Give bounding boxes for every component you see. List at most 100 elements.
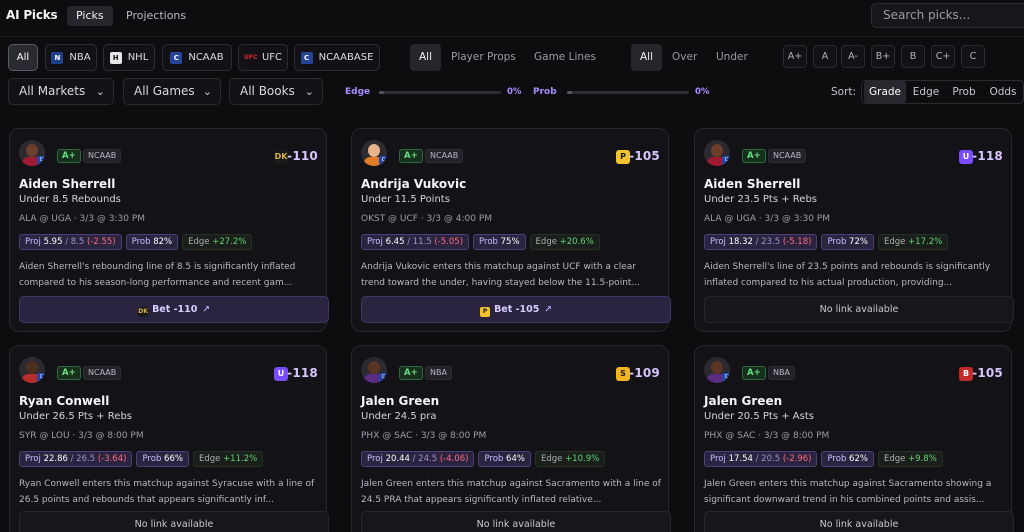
dropdown-value: All Books <box>240 84 295 98</box>
odds-value: -118 <box>287 366 318 380</box>
search-input[interactable]: Search picks... <box>871 3 1024 28</box>
edge-label: Edge <box>883 237 906 247</box>
projection-value: 5.95 <box>43 237 63 247</box>
probability-label: Prob <box>479 237 498 247</box>
pick-description: Jalen Green enters this matchup against … <box>704 479 992 505</box>
player-avatar: C <box>361 357 387 383</box>
grade-filter-c-plus[interactable]: C+ <box>931 45 955 68</box>
projection-diff: (-5.05) <box>434 237 464 247</box>
league-chip-all[interactable]: All <box>8 44 38 71</box>
bet-button[interactable]: DK Bet -110 ↗ <box>19 296 329 323</box>
league-chip-nba[interactable]: N NBA <box>45 44 97 71</box>
sort-prob[interactable]: Prob <box>946 80 982 104</box>
edge-value: +10.9% <box>565 454 600 464</box>
books-dropdown[interactable]: All Books ⌄ <box>229 78 323 105</box>
projection-diff: (-3.64) <box>97 454 127 464</box>
game-info: SYR @ LOU · 3/3 @ 8:00 PM <box>19 431 144 441</box>
pick-card[interactable]: C A+ NCAAB P -105 Andrija Vukovic Under … <box>351 128 671 332</box>
pick-card[interactable]: C A+ NBA B -105 Jalen Green Under 20.5 P… <box>694 345 1014 532</box>
grade-filter-a-minus[interactable]: A- <box>841 45 865 68</box>
sleeper-icon: S <box>616 367 630 381</box>
odds-value: -105 <box>972 366 1003 380</box>
player-name: Jalen Green <box>704 394 783 408</box>
pick-card[interactable]: C A+ NCAAB U -118 Ryan Conwell Under 26.… <box>9 345 329 532</box>
grade-filter-a-plus[interactable]: A+ <box>783 45 807 68</box>
grade-filter-c[interactable]: C <box>961 45 985 68</box>
bet-button[interactable]: P Bet -105 ↗ <box>361 296 671 323</box>
probability-label: Prob <box>142 454 162 464</box>
underdog-icon: U <box>274 367 288 381</box>
grade-filter-b-plus[interactable]: B+ <box>871 45 895 68</box>
projection-label: Proj <box>710 454 726 464</box>
pick-card[interactable]: C A+ NCAAB DK -110 Aiden Sherrell Under … <box>9 128 329 332</box>
player-photo-head <box>368 361 380 374</box>
nba-logo-icon: N <box>51 51 64 64</box>
grade-filter-b[interactable]: B <box>901 45 925 68</box>
edge-slider-label: Edge <box>345 87 371 97</box>
markets-dropdown[interactable]: All Markets ⌄ <box>8 78 114 105</box>
pick-description: Aiden Sherrell's line of 23.5 points and… <box>704 262 991 288</box>
projection-value: 20.44 <box>385 454 410 464</box>
projection-diff: (-4.06) <box>439 454 469 464</box>
projection-line: / 8.5 <box>65 237 85 247</box>
tab-picks[interactable]: Picks <box>67 6 113 26</box>
sort-edge[interactable]: Edge <box>907 80 945 104</box>
games-dropdown[interactable]: All Games ⌄ <box>123 78 221 105</box>
side-over[interactable]: Over <box>663 44 706 71</box>
no-link-placeholder: No link available <box>704 511 1014 532</box>
league-chip-ncaab[interactable]: C NCAAB <box>162 44 232 71</box>
pick-line: Under 8.5 Rebounds <box>19 194 121 205</box>
player-avatar: C <box>704 357 730 383</box>
projection-pill: Proj 5.95 / 8.5 (-2.55) <box>19 234 122 250</box>
market-type-game-lines[interactable]: Game Lines <box>525 44 605 71</box>
pick-card[interactable]: C A+ NBA S -109 Jalen Green Under 24.5 p… <box>351 345 671 532</box>
projection-value: 17.54 <box>728 454 753 464</box>
projection-value: 6.45 <box>385 237 405 247</box>
projection-pill: Proj 6.45 / 11.5 (-5.05) <box>361 234 470 250</box>
odds-value: -109 <box>629 366 660 380</box>
external-link-icon: ↗ <box>202 305 210 315</box>
pick-line: Under 26.5 Pts + Rebs <box>19 411 132 422</box>
side-under[interactable]: Under <box>707 44 757 71</box>
sort-grade[interactable]: Grade <box>864 80 906 104</box>
market-type-all[interactable]: All <box>410 44 442 71</box>
edge-value: +11.2% <box>223 454 258 464</box>
grade-badge: A+ <box>57 149 81 163</box>
league-badge: NCAAB <box>768 149 807 163</box>
league-badge: NBA <box>768 366 795 380</box>
league-badge: NCAAB <box>83 149 122 163</box>
no-link-placeholder: No link available <box>704 296 1014 323</box>
sort-label: Sort: <box>831 86 857 98</box>
nhl-logo-icon: H <box>109 51 122 64</box>
grade-badge: A+ <box>399 366 423 380</box>
sort-odds[interactable]: Odds <box>984 80 1022 104</box>
prob-slider[interactable] <box>567 91 689 94</box>
player-name: Ryan Conwell <box>19 394 110 408</box>
league-badge-icon: C <box>722 373 730 382</box>
probability-value: 72% <box>849 237 868 247</box>
league-chip-nhl[interactable]: H NHL <box>103 44 155 71</box>
game-info: PHX @ SAC · 3/3 @ 8:00 PM <box>361 431 487 441</box>
prob-slider-fill <box>567 91 572 94</box>
chevron-down-icon: ⌄ <box>202 85 212 98</box>
probability-pill: Prob 72% <box>821 234 874 250</box>
edge-slider[interactable] <box>379 91 501 94</box>
pick-card[interactable]: C A+ NCAAB U -118 Aiden Sherrell Under 2… <box>694 128 1014 332</box>
edge-pill: Edge +9.8% <box>877 451 943 467</box>
probability-label: Prob <box>484 454 504 464</box>
odds-value: -110 <box>287 149 318 163</box>
projection-pill: Proj 22.86 / 26.5 (-3.64) <box>19 451 133 467</box>
player-photo-head <box>711 144 723 157</box>
game-info: ALA @ UGA · 3/3 @ 3:30 PM <box>704 214 831 224</box>
side-all[interactable]: All <box>631 44 663 71</box>
player-photo-head <box>368 144 380 157</box>
projection-line: / 20.5 <box>755 454 781 464</box>
market-type-player-props[interactable]: Player Props <box>442 44 525 71</box>
projection-pill: Proj 17.54 / 20.5 (-2.96) <box>704 451 818 467</box>
grade-filter-a[interactable]: A <box>813 45 837 68</box>
league-chip-ufc[interactable]: UFC UFC <box>238 44 288 71</box>
pick-line: Under 20.5 Pts + Asts <box>704 411 814 422</box>
ncaa-logo-icon: C <box>170 51 183 64</box>
tab-projections[interactable]: Projections <box>117 6 195 26</box>
league-chip-ncaabase[interactable]: C NCAABASE <box>294 44 380 71</box>
